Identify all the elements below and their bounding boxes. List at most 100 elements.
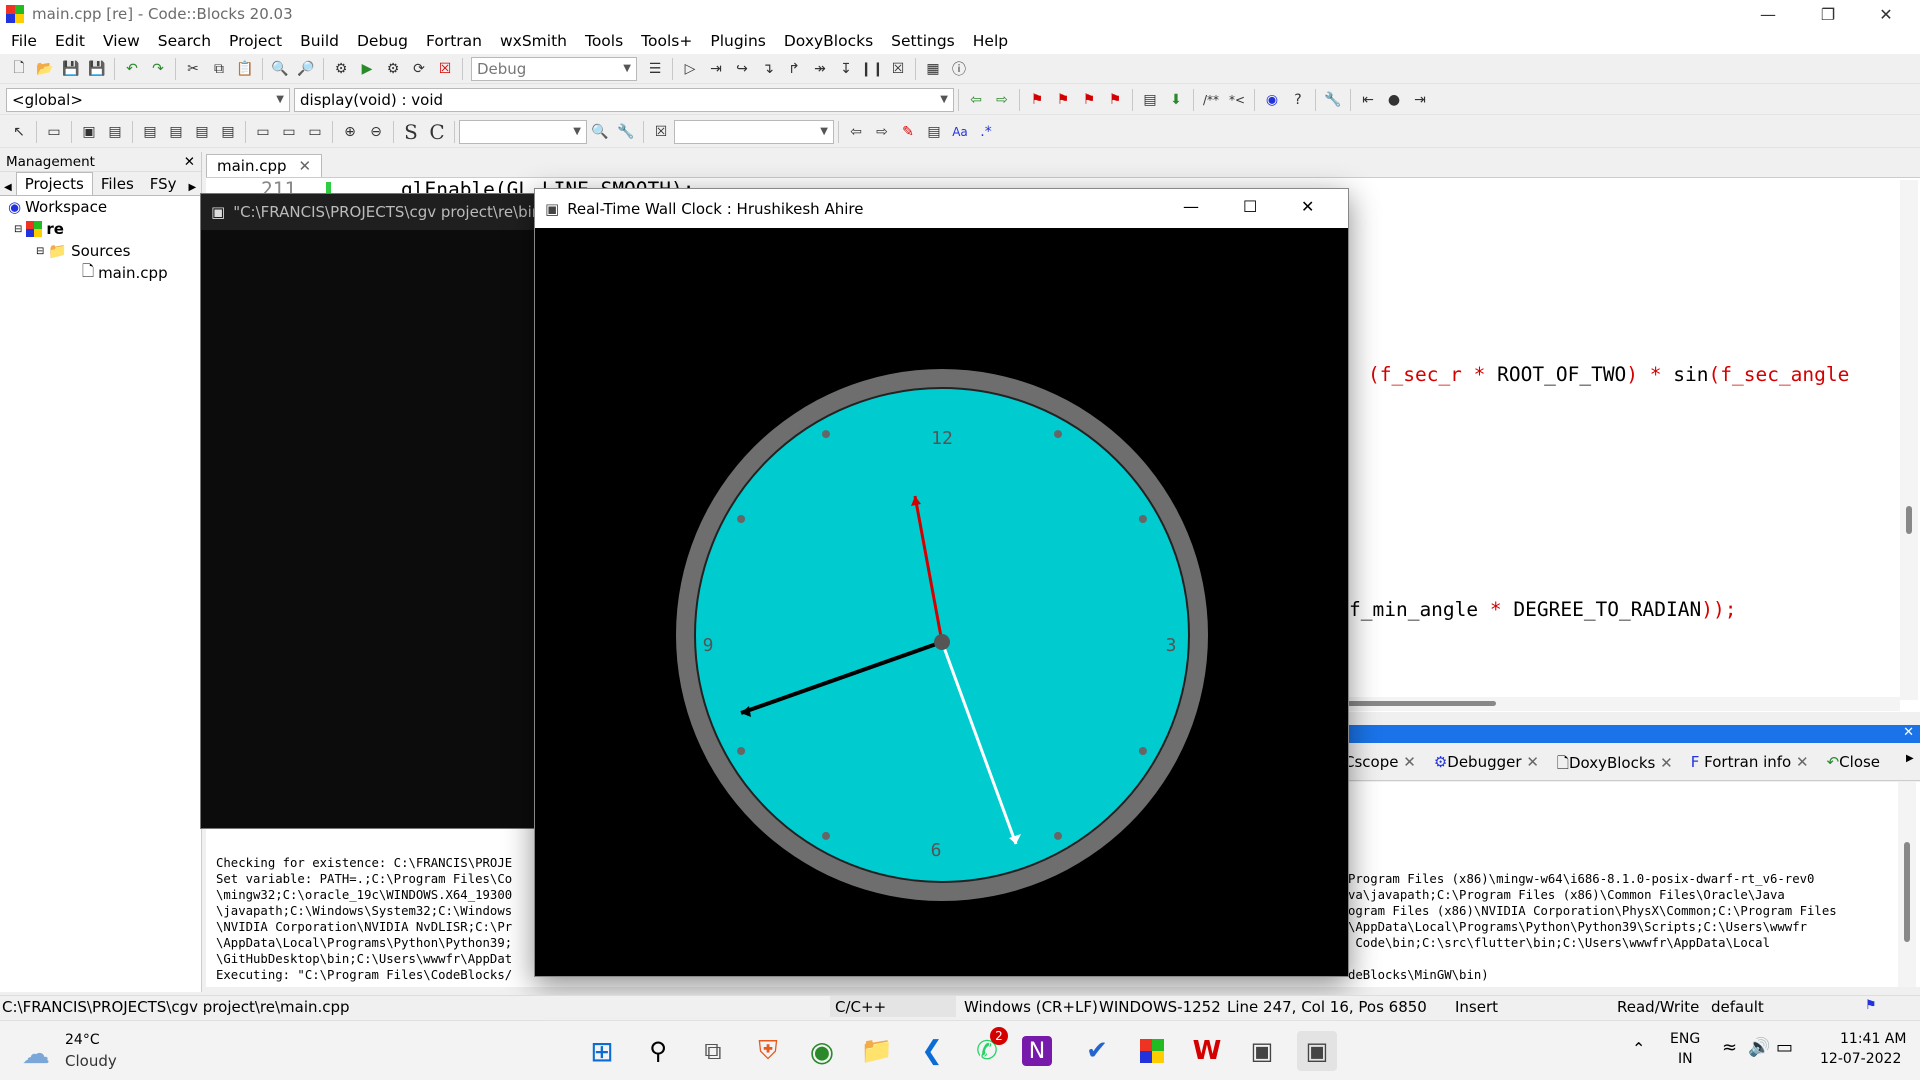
fortran-forward-icon[interactable]: ⇥	[1408, 89, 1432, 111]
incremental-search-select[interactable]: ▼	[674, 119, 834, 144]
close-button[interactable]: ✕	[1858, 0, 1914, 28]
close-icon[interactable]: ✕	[1403, 753, 1416, 771]
tab-debugger[interactable]: ⚙Debugger ✕	[1434, 753, 1539, 778]
scrollbar-thumb[interactable]	[1906, 506, 1912, 534]
frame2-icon[interactable]: ▭	[277, 121, 301, 143]
clock-time[interactable]: 11:41 AM	[1840, 1031, 1906, 1047]
layout4-icon[interactable]: ▤	[216, 121, 240, 143]
replace-icon[interactable]: 🔎	[294, 58, 318, 80]
language-line1[interactable]: ENG	[1670, 1031, 1700, 1047]
tabs-right-icon[interactable]: ▶	[1906, 753, 1914, 764]
redo-icon[interactable]: ↷	[146, 58, 170, 80]
run-icon[interactable]: ▶	[355, 58, 379, 80]
zoom-in-icon[interactable]: ⊕	[338, 121, 362, 143]
file-explorer-icon[interactable]: 📁	[857, 1031, 897, 1071]
new-file-icon[interactable]: 🗋	[7, 58, 31, 80]
match-case-icon[interactable]: Aa	[948, 121, 972, 143]
menu-tools-plus[interactable]: Tools+	[632, 32, 701, 50]
scrollbar-thumb[interactable]	[1336, 701, 1496, 706]
search-prev-icon[interactable]: ⇦	[844, 121, 868, 143]
fortran-back-icon[interactable]: ⇤	[1356, 89, 1380, 111]
windows-start-icon[interactable]: ⊞	[582, 1031, 622, 1071]
stop-debug-icon[interactable]: ☒	[886, 58, 910, 80]
search-select[interactable]: ▼	[459, 119, 587, 144]
debug-windows-icon[interactable]: ▦	[921, 58, 945, 80]
doxy-html-icon[interactable]: ◉	[1260, 89, 1284, 111]
zoom-out-icon[interactable]: ⊖	[364, 121, 388, 143]
step-instruction-icon[interactable]: ↧	[834, 58, 858, 80]
task-view-icon[interactable]: ⧉	[693, 1031, 733, 1071]
close-icon[interactable]: ✕	[1796, 753, 1809, 771]
shape2-icon[interactable]: ▤	[103, 121, 127, 143]
close-icon[interactable]: ✕	[1903, 725, 1914, 740]
step-out-icon[interactable]: ↱	[782, 58, 806, 80]
open-file-icon[interactable]: 📂	[33, 58, 57, 80]
cloud-icon[interactable]: ☁	[22, 1037, 50, 1070]
next-instruction-icon[interactable]: ↠	[808, 58, 832, 80]
line-comment-icon[interactable]: *<	[1225, 89, 1249, 111]
layout2-icon[interactable]: ▤	[164, 121, 188, 143]
menu-edit[interactable]: Edit	[46, 32, 94, 50]
wifi-icon[interactable]: ≈	[1722, 1037, 1737, 1058]
block-comment-icon[interactable]: /**	[1199, 89, 1223, 111]
frame3-icon[interactable]: ▭	[303, 121, 327, 143]
scrollbar-thumb[interactable]	[1904, 842, 1910, 942]
shape-icon[interactable]: ▣	[77, 121, 101, 143]
menu-build[interactable]: Build	[291, 32, 348, 50]
build-target-select[interactable]: Debug ▼	[471, 56, 637, 81]
scope-select[interactable]: <global> ▼	[6, 87, 290, 112]
bookmark-clear-icon[interactable]: ⚑	[1103, 89, 1127, 111]
doxy-wizard-icon[interactable]: ▤	[1138, 89, 1162, 111]
debug-start-icon[interactable]: ▷	[678, 58, 702, 80]
cut-icon[interactable]: ✂	[181, 58, 205, 80]
find-icon[interactable]: 🔍	[268, 58, 292, 80]
search-next-icon[interactable]: ⇨	[870, 121, 894, 143]
close-icon[interactable]: ✕	[299, 157, 312, 175]
tabs-right-icon[interactable]: ▶	[185, 180, 201, 195]
maximize-button[interactable]: ☐	[1243, 197, 1257, 216]
step-into-icon[interactable]: ↴	[756, 58, 780, 80]
close-icon[interactable]: ✕	[1526, 753, 1539, 771]
target-options-icon[interactable]: ☰	[643, 58, 667, 80]
selection-icon[interactable]: ▤	[922, 121, 946, 143]
close-icon[interactable]: ✕	[1660, 754, 1673, 772]
wps-office-icon[interactable]: W	[1187, 1031, 1227, 1071]
regex-icon[interactable]: .*	[974, 121, 998, 143]
save-icon[interactable]: 💾	[59, 58, 83, 80]
wrench-icon[interactable]: 🔧	[1321, 89, 1345, 111]
undo-icon[interactable]: ↶	[120, 58, 144, 80]
rect-icon[interactable]: ▭	[42, 121, 66, 143]
doxy-extract-icon[interactable]: ⬇	[1164, 89, 1188, 111]
collapse-icon[interactable]: ⊟	[14, 224, 22, 235]
frame1-icon[interactable]: ▭	[251, 121, 275, 143]
clock-date[interactable]: 12-07-2022	[1820, 1051, 1901, 1067]
menu-file[interactable]: File	[2, 32, 46, 50]
s-icon[interactable]: S	[399, 120, 423, 144]
rebuild-icon[interactable]: ⟳	[407, 58, 431, 80]
doxy-help-icon[interactable]: ?	[1286, 89, 1310, 111]
editor-vscrollbar[interactable]	[1900, 180, 1918, 700]
tab-fortran-info[interactable]: F Fortran info ✕	[1691, 753, 1809, 778]
menu-fortran[interactable]: Fortran	[417, 32, 491, 50]
abort-icon[interactable]: ☒	[433, 58, 457, 80]
app-window-icon[interactable]: ▣	[1242, 1031, 1282, 1071]
bookmark-toggle-icon[interactable]: ⚑	[1025, 89, 1049, 111]
tab-doxyblocks[interactable]: 🗋DoxyBlocks ✕	[1557, 753, 1673, 778]
layout1-icon[interactable]: ▤	[138, 121, 162, 143]
chevron-up-icon[interactable]: ⌃	[1632, 1039, 1645, 1058]
search-go-icon[interactable]: 🔍	[588, 121, 612, 143]
clock-window[interactable]: ▣ Real-Time Wall Clock : Hrushikesh Ahir…	[534, 188, 1349, 977]
editor-tab-main[interactable]: main.cpp ✕	[206, 154, 323, 177]
chrome-icon[interactable]: ◉	[802, 1031, 842, 1071]
info-icon[interactable]: ⓘ	[947, 58, 971, 80]
todo-icon[interactable]: ✔	[1077, 1031, 1117, 1071]
clear-icon[interactable]: ☒	[649, 121, 673, 143]
restore-button[interactable]: ❐	[1800, 0, 1856, 28]
pointer-icon[interactable]: ↖	[7, 121, 31, 143]
brave-browser-icon[interactable]: ⛨	[748, 1031, 788, 1071]
collapse-icon[interactable]: ⊟	[36, 246, 44, 257]
tree-project[interactable]: ⊟ re	[0, 218, 201, 240]
menu-doxyblocks[interactable]: DoxyBlocks	[775, 32, 882, 50]
onenote-icon[interactable]: N	[1022, 1036, 1052, 1066]
tab-closed-files[interactable]: ↶Close	[1827, 753, 1880, 778]
